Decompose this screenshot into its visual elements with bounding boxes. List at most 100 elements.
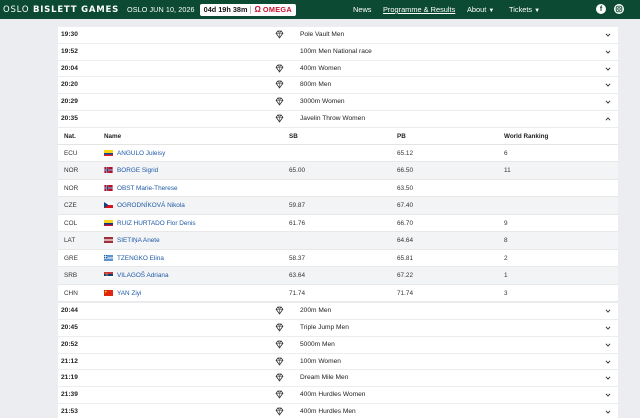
athlete-nat: ECU: [64, 149, 78, 157]
nav-about[interactable]: About ▼: [467, 5, 494, 14]
athlete-nat: COL: [64, 219, 78, 227]
athlete-nat: CZE: [64, 202, 77, 210]
athlete-name-link[interactable]: SIETIŅA Anete: [117, 237, 160, 244]
chevron-down-icon[interactable]: [605, 375, 611, 381]
table-row: ECU ANGULO Juleisy 65.12 6: [58, 145, 618, 163]
athlete-sb: 58.37: [289, 254, 305, 262]
diamond-league-icon: [275, 30, 284, 39]
event-name: Javelin Throw Women: [300, 114, 365, 122]
event-row[interactable]: 20:20 800m Men: [58, 77, 618, 95]
athlete-pb: 64.64: [397, 237, 413, 245]
event-name: Triple Jump Men: [300, 324, 349, 332]
event-time: 20:29: [61, 98, 78, 106]
event-row[interactable]: 20:35 Javelin Throw Women: [58, 110, 618, 128]
chevron-up-icon[interactable]: [605, 116, 611, 122]
countdown-text: 04d 19h 38m: [203, 5, 248, 14]
event-name: 100m Women: [300, 357, 341, 365]
col-name-header: Name: [104, 132, 122, 140]
athlete-pb: 71.74: [397, 289, 413, 297]
event-row[interactable]: 21:53 400m Hurdles Men: [58, 404, 618, 418]
diamond-league-icon: [275, 407, 284, 416]
table-row: SRB VILAGOŠ Adriana 63.64 67.22 1: [58, 267, 618, 285]
event-name: 200m Men: [300, 307, 332, 315]
athlete-sb: 71.74: [289, 289, 305, 297]
event-row[interactable]: 20:45 Triple Jump Men: [58, 320, 618, 337]
diamond-league-icon: [275, 64, 284, 73]
athlete-name-link[interactable]: YAN Ziyi: [117, 290, 141, 297]
chevron-down-icon[interactable]: [605, 99, 611, 105]
athlete-name-link[interactable]: BORGE Sigrid: [117, 167, 158, 174]
event-row[interactable]: 20:52 5000m Men: [58, 336, 618, 354]
chevron-down-icon[interactable]: [605, 66, 611, 72]
countdown-badge: 04d 19h 38m Ω OMEGA: [199, 3, 296, 16]
event-row[interactable]: 19:30 Pole Vault Men: [58, 27, 618, 44]
flag-icon: [104, 149, 113, 156]
athlete-pb: 63.50: [397, 184, 413, 192]
event-time: 21:53: [61, 408, 78, 416]
event-row[interactable]: 21:19 Dream Mile Men: [58, 370, 618, 388]
diamond-league-icon: [275, 373, 284, 383]
event-row[interactable]: 20:29 3000m Women: [58, 94, 618, 111]
athlete-nat: CHN: [64, 289, 78, 297]
athlete-pb: 67.40: [397, 202, 413, 210]
chevron-down-icon[interactable]: [605, 359, 611, 365]
athlete-world-ranking: 6: [504, 149, 508, 157]
site-logo[interactable]: OSLO BISLETT GAMES: [3, 5, 119, 15]
athlete-pb: 65.12: [397, 149, 413, 157]
diamond-league-icon: [275, 306, 284, 315]
chevron-down-icon[interactable]: [605, 325, 611, 331]
col-world-ranking-header: World Ranking: [504, 132, 549, 140]
nav-tickets[interactable]: Tickets ▼: [509, 5, 540, 14]
instagram-icon[interactable]: [614, 4, 624, 14]
table-row: NOR OBST Marie-Therese 63.50: [58, 180, 618, 198]
facebook-icon[interactable]: f: [596, 4, 606, 14]
athlete-sb: 61.76: [289, 219, 305, 227]
nav-news[interactable]: News: [353, 5, 371, 14]
chevron-down-icon[interactable]: [605, 32, 611, 38]
athlete-pb: 66.50: [397, 167, 413, 175]
site-header: OSLO BISLETT GAMES OSLO JUN 10, 2026 04d…: [0, 0, 640, 19]
athlete-nat: NOR: [64, 167, 79, 175]
event-row[interactable]: 19:52 100m Men National race: [58, 43, 618, 61]
athlete-nat: LAT: [64, 237, 76, 245]
athlete-nat: SRB: [64, 272, 78, 280]
event-name: Pole Vault Men: [300, 31, 345, 38]
event-row[interactable]: 21:39 400m Hurdles Women: [58, 387, 618, 405]
event-time: 21:12: [61, 357, 78, 365]
entries-table: Nat. Name SB PB World Ranking ECU ANGULO Julei…: [58, 127, 618, 304]
event-dateline: OSLO JUN 10, 2026: [127, 5, 195, 14]
chevron-down-icon[interactable]: [605, 82, 611, 88]
table-row: CZE OGRODNÍKOVÁ Nikola 59.87 67.40: [58, 197, 618, 215]
diamond-league-icon: [275, 323, 284, 332]
diamond-league-icon: [275, 390, 284, 399]
event-row[interactable]: 20:04 400m Women: [58, 60, 618, 78]
logo-text-oslo: OSLO: [3, 4, 30, 15]
chevron-down-icon[interactable]: [605, 342, 611, 348]
athlete-name-link[interactable]: VILAGOŠ Adriana: [117, 272, 169, 279]
chevron-down-icon[interactable]: [605, 392, 611, 398]
athlete-name-link[interactable]: OGRODNÍKOVÁ Nikola: [117, 202, 185, 209]
athlete-sb: 63.64: [289, 272, 305, 280]
event-row[interactable]: 20:44 200m Men: [58, 303, 618, 321]
athlete-name-link[interactable]: OBST Marie-Therese: [117, 185, 178, 192]
table-row: GRE TZENGKO Elina 58.37 65.81 2: [58, 250, 618, 268]
event-name: 400m Hurdles Men: [300, 408, 356, 416]
event-time: 20:45: [61, 324, 78, 332]
athlete-name-link[interactable]: ANGULO Juleisy: [117, 150, 165, 157]
athlete-name-link[interactable]: TZENGKO Elina: [117, 255, 164, 262]
chevron-down-icon: ▼: [488, 8, 495, 14]
chevron-down-icon[interactable]: [605, 49, 611, 55]
event-name: 800m Men: [300, 81, 332, 89]
event-name: 400m Women: [300, 64, 341, 72]
flag-icon: [104, 167, 113, 174]
flag-icon: [104, 272, 113, 279]
athlete-name-link[interactable]: RUIZ HURTADO Flor Denis: [117, 220, 196, 227]
col-nat-header: Nat.: [64, 132, 76, 140]
athlete-nat: NOR: [64, 184, 79, 192]
chevron-down-icon[interactable]: [605, 409, 611, 415]
event-row[interactable]: 21:12 100m Women: [58, 353, 618, 371]
divider: [250, 5, 252, 14]
chevron-down-icon[interactable]: [605, 308, 611, 314]
nav-programme-results[interactable]: Programme & Results: [383, 5, 455, 14]
flag-icon: [104, 219, 113, 226]
